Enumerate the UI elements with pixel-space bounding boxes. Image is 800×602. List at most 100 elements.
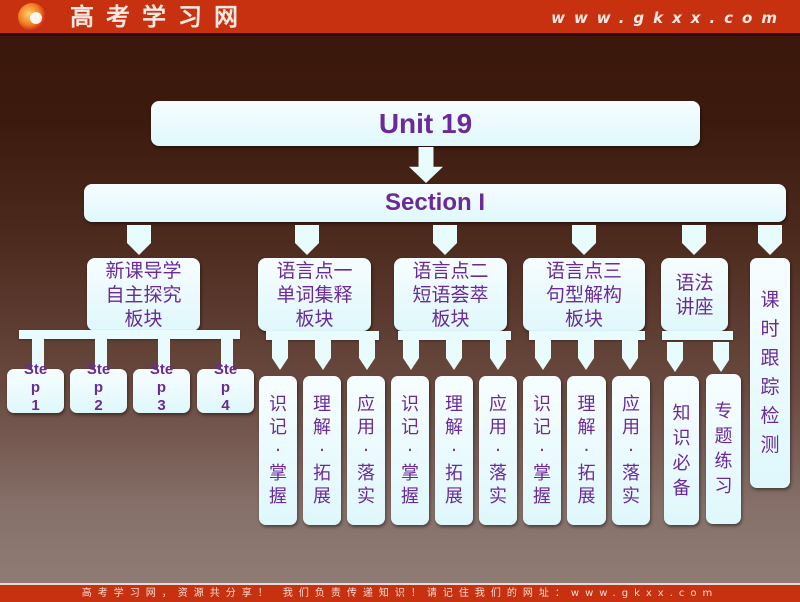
label-text: 识 [401,394,419,415]
label-text: 解 [445,417,463,438]
label-text: 识 [533,394,551,415]
leaf-box-lp2-understand: 理解 · 拓展 [435,376,473,525]
label-text: 识 [672,427,691,449]
label-text: 实 [357,486,375,507]
label-text: Ste [23,361,48,378]
label-text: p [156,379,167,396]
label-text: · [407,440,413,461]
label-text: 展 [313,486,331,507]
arrow-down-icon [578,340,594,370]
branch-label-line: 板块 [431,307,470,330]
label-text: 知 [672,402,691,424]
branch-label-char: 时 [760,318,780,340]
label-text: 4 [221,397,230,414]
arrow-down-icon [403,340,419,370]
label-text: 习 [714,476,733,497]
leaf-box-lp2-memorize: 识记 · 掌握 [391,376,429,525]
site-header: 高考学习网 www.gkxx.com [0,0,800,36]
label-text: 备 [672,477,691,499]
arrow-down-icon [446,340,462,370]
arrow-down-icon [713,342,729,372]
branch-label-line: 自主探究 [105,283,182,306]
branch-box-new-lesson: 新课导学 自主探究 板块 [87,258,200,331]
arrow-down-icon [758,225,782,255]
label-text: p [220,379,231,396]
leaf-box-lp3-apply: 应用 · 落实 [612,376,650,525]
branch-label-line: 语言点三 [545,259,622,282]
label-text: 专 [714,401,733,422]
label-text: 落 [357,463,375,484]
section-box: Section I [84,184,786,222]
branch-label-line: 短语荟萃 [412,283,489,306]
label-text: 用 [357,417,375,438]
label-text: 实 [489,486,507,507]
branch-label-char: 测 [760,434,780,456]
label-text: 落 [622,463,640,484]
label-text: 识 [269,394,287,415]
connector-bar [266,331,379,340]
label-text: 题 [714,426,733,447]
label-text: p [30,379,41,396]
label-text: 握 [269,486,287,507]
connector-bar [662,331,733,340]
label-text: Ste [213,361,238,378]
label-text: · [363,440,369,461]
label-text: Ste [149,361,174,378]
label-text: 理 [577,394,596,415]
step-box-1: Ste p 1 [7,361,64,414]
label-text: 解 [577,417,596,438]
step-box-4: Ste p 4 [197,361,254,414]
label-text: · [495,440,501,461]
label-text: 应 [357,394,375,415]
leaf-box-lp1-understand: 理解 · 拓展 [303,376,341,525]
branch-label-line: 板块 [295,307,334,330]
site-footer: 高考学习网，资源共分享！ 我们负责传递知识！请记住我们的网址：www.gkxx.… [0,583,800,602]
label-text: 握 [401,486,419,507]
label-text: 记 [533,417,551,438]
branch-label-char: 检 [760,405,780,427]
label-text: 用 [622,417,640,438]
label-text: 用 [489,417,507,438]
branch-label-line: 单词集释 [276,283,353,306]
step-label: Ste p 1 [24,361,47,415]
arrow-down-icon [433,225,457,255]
footer-text: 高考学习网，资源共分享！ 我们负责传递知识！请记住我们的网址：www.gkxx.… [81,588,719,599]
arrow-down-icon [682,225,706,255]
branch-box-language-point-2: 语言点二 短语荟萃 板块 [394,258,507,331]
label-text: · [583,440,590,461]
label-text: 拓 [445,463,463,484]
step-label: Ste p 2 [87,361,110,415]
arrow-down-icon [572,225,596,255]
label-text: 展 [445,486,463,507]
label-text: · [319,440,325,461]
site-name: 高考学习网 [70,3,250,31]
branch-label-line: 板块 [564,307,603,330]
unit-title: Unit 19 [378,107,473,139]
label-text: 练 [714,451,733,472]
label-text: 记 [401,417,419,438]
branch-label-line: 语言点一 [276,259,353,282]
leaf-box-lp1-memorize: 识记 · 掌握 [259,376,297,525]
label-text: 理 [313,394,331,415]
connector-bar [19,330,240,339]
arrow-down-icon [315,340,331,370]
label-text: 必 [672,452,691,474]
branch-box-language-point-1: 语言点一 单词集释 板块 [258,258,371,331]
branch-label-line: 语言点二 [412,259,489,282]
label-text: 1 [31,397,40,414]
step-box-3: Ste p 3 [133,361,190,414]
label-text: 拓 [577,463,596,484]
gkxx-logo-icon [18,3,46,31]
branch-box-after-class-test: 课 时 跟 踪 检 测 [750,258,790,488]
connector-bar [529,331,645,340]
branch-label-char: 踪 [760,376,780,398]
branch-label-line: 板块 [124,307,163,330]
leaf-box-lp3-memorize: 识记 · 掌握 [523,376,561,525]
label-text: · [451,440,457,461]
connector-bar [398,331,511,340]
label-text: 应 [622,394,640,415]
label-text: 掌 [269,463,287,484]
arrow-down-icon [359,340,375,370]
arrow-down-icon [490,340,506,370]
site-url[interactable]: www.gkxx.com [551,9,786,27]
